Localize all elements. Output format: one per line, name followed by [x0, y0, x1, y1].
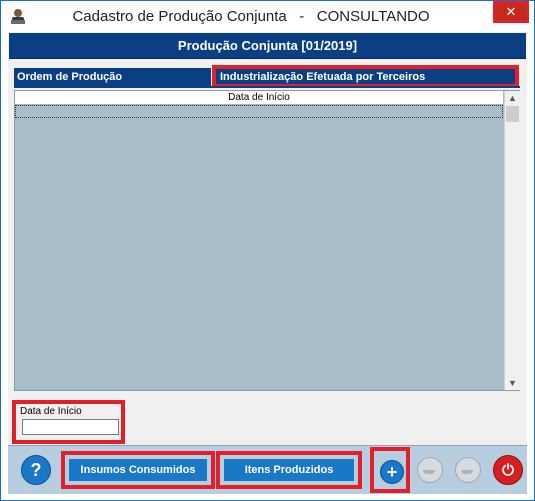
data-grid[interactable]: Data de Início ▲ ▼	[14, 90, 520, 391]
scroll-thumb[interactable]	[506, 106, 519, 122]
add-highlight: +	[370, 447, 410, 493]
itens-highlight: Itens Produzidos	[216, 451, 362, 489]
table-row[interactable]	[15, 105, 503, 118]
scroll-down-arrow-icon[interactable]: ▼	[505, 376, 520, 390]
page-title: Produção Conjunta [01/2019]	[9, 33, 526, 59]
footer-toolbar: ? Insumos Consumidos Itens Produzidos + …	[8, 445, 527, 494]
client-area: Produção Conjunta [01/2019] Ordem de Pro…	[8, 32, 527, 494]
close-icon: ✕	[505, 4, 517, 19]
itens-produzidos-button[interactable]: Itens Produzidos	[224, 459, 354, 481]
help-icon: ?	[30, 459, 42, 480]
main-window: Cadastro de Produção Conjunta - CONSULTA…	[0, 0, 535, 501]
add-button[interactable]: +	[380, 460, 404, 484]
column-header-data-inicio[interactable]: Data de Início	[15, 91, 503, 105]
disabled-action-1-icon[interactable]	[417, 457, 443, 483]
date-filter-label: Data de Início	[20, 406, 82, 417]
close-button[interactable]: ✕	[493, 1, 529, 23]
date-filter-input[interactable]	[22, 419, 119, 435]
plus-icon: +	[386, 462, 398, 482]
vertical-scrollbar[interactable]: ▲ ▼	[504, 91, 520, 390]
app-user-icon	[11, 9, 25, 24]
power-icon: ⏻	[502, 461, 514, 479]
title-bar: Cadastro de Produção Conjunta - CONSULTA…	[1, 1, 534, 32]
insumos-highlight: Insumos Consumidos	[61, 451, 215, 489]
tab-ordem-de-producao[interactable]: Ordem de Produção	[14, 68, 211, 86]
date-filter-group: Data de Início	[12, 400, 125, 444]
window-title: Cadastro de Produção Conjunta - CONSULTA…	[72, 8, 430, 25]
insumos-consumidos-button[interactable]: Insumos Consumidos	[69, 459, 207, 481]
disabled-action-2-icon[interactable]	[455, 457, 481, 483]
help-button[interactable]: ?	[21, 455, 51, 485]
tab-industrializacao-terceiros[interactable]: Industrialização Efetuada por Terceiros	[212, 65, 519, 88]
scroll-up-arrow-icon[interactable]: ▲	[505, 91, 520, 105]
tab-divider	[14, 86, 520, 88]
exit-button[interactable]: ⏻	[493, 455, 523, 485]
